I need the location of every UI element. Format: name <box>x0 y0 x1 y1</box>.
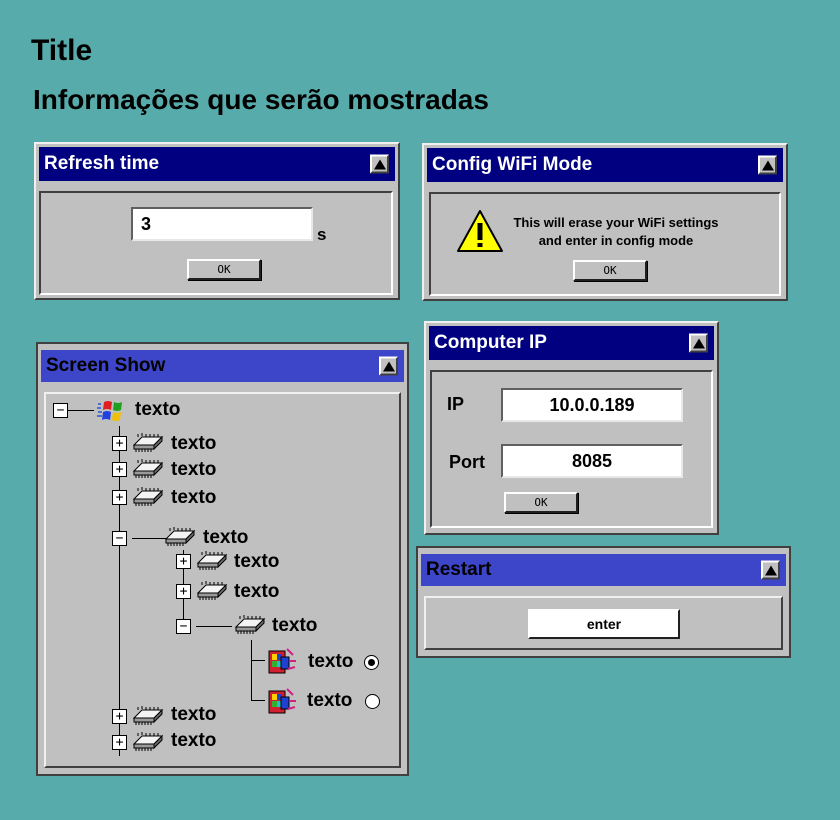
restart-enter-button[interactable]: enter <box>528 609 680 639</box>
tree-node-label[interactable]: texto <box>272 615 317 637</box>
message-line-1: This will erase your WiFi settings <box>513 215 719 230</box>
collapse-icon <box>761 160 774 170</box>
tree-node-label[interactable]: texto <box>171 730 216 752</box>
config-wifi-message: This will erase your WiFi settings and e… <box>493 214 739 250</box>
config-wifi-body: This will erase your WiFi settings and e… <box>429 192 781 296</box>
app-icon <box>268 648 297 674</box>
collapse-icon <box>373 159 386 169</box>
tree-expander[interactable]: + <box>176 554 191 569</box>
tree-expander[interactable]: + <box>112 735 127 750</box>
window-title: Computer IP <box>434 332 547 353</box>
collapse-button[interactable] <box>379 356 398 376</box>
port-label: Port <box>449 452 485 472</box>
tree-node-label[interactable]: texto <box>234 551 279 573</box>
config-wifi-titlebar: Config WiFi Mode <box>427 148 783 182</box>
port-input[interactable]: 8085 <box>501 444 683 478</box>
ok-label: OK <box>603 264 617 277</box>
tree-node-label[interactable]: texto <box>171 459 216 481</box>
refresh-time-titlebar: Refresh time <box>39 147 395 181</box>
message-line-2: and enter in config mode <box>538 233 694 248</box>
window-title: Config WiFi Mode <box>432 154 593 175</box>
tree-expander[interactable]: + <box>176 584 191 599</box>
config-wifi-ok-button[interactable]: OK <box>573 260 647 281</box>
computer-ip-body: IP 10.0.0.189 Port 8085 OK <box>430 370 713 528</box>
collapse-icon <box>692 338 705 348</box>
chip-icon <box>235 614 265 635</box>
window-title: Restart <box>426 559 492 580</box>
tree-expander[interactable]: + <box>112 436 127 451</box>
computer-ip-titlebar: Computer IP <box>429 326 714 360</box>
tree-expander[interactable]: + <box>112 490 127 505</box>
refresh-time-unit: s <box>317 225 327 244</box>
tree-expander[interactable]: − <box>112 531 127 546</box>
tree-node-label[interactable]: texto <box>171 433 216 455</box>
tree-node-label[interactable]: texto <box>234 581 279 603</box>
collapse-button[interactable] <box>761 560 780 580</box>
ip-input[interactable]: 10.0.0.189 <box>501 388 683 422</box>
refresh-time-ok-button[interactable]: OK <box>187 259 261 280</box>
collapse-icon <box>764 565 777 575</box>
collapse-button[interactable] <box>689 333 708 353</box>
collapse-icon <box>382 361 395 371</box>
page-subtitle: Informações que serão mostradas <box>33 84 489 115</box>
chip-icon <box>133 705 163 726</box>
tree-node-label[interactable]: texto <box>135 399 180 421</box>
ok-label: OK <box>217 263 231 276</box>
tree-line <box>251 660 265 661</box>
tree-line <box>251 700 265 701</box>
chip-icon <box>133 432 163 453</box>
tree-expander[interactable]: + <box>112 462 127 477</box>
collapse-button[interactable] <box>370 154 389 174</box>
tree-node-label[interactable]: texto <box>203 527 248 549</box>
window-title: Screen Show <box>46 355 166 376</box>
tree-node-label[interactable]: texto <box>171 487 216 509</box>
radio-unselected[interactable] <box>365 694 380 709</box>
refresh-time-input[interactable]: 3 <box>131 207 313 241</box>
chip-icon <box>133 731 163 752</box>
tree-view: − texto + texto + texto + texto − texto … <box>44 392 401 768</box>
page-title: Title <box>31 34 93 67</box>
restart-enter-label: enter <box>586 616 622 632</box>
ok-label: OK <box>534 496 548 509</box>
window-title: Refresh time <box>44 153 160 174</box>
chip-icon <box>165 526 195 547</box>
tree-line <box>196 626 232 627</box>
tree-expander[interactable]: − <box>176 619 191 634</box>
app-icon <box>268 688 297 714</box>
chip-icon <box>133 458 163 479</box>
screen-show-window: Screen Show − texto + texto + texto + te… <box>36 342 409 776</box>
tree-expander[interactable]: + <box>112 709 127 724</box>
restart-window: Restart enter <box>416 546 791 658</box>
chip-icon <box>133 486 163 507</box>
computer-ip-window: Computer IP IP 10.0.0.189 Port 8085 OK <box>424 321 719 535</box>
collapse-button[interactable] <box>758 155 777 175</box>
radio-selected[interactable] <box>364 655 379 670</box>
tree-node-label[interactable]: texto <box>308 651 353 673</box>
computer-ip-ok-button[interactable]: OK <box>504 492 578 513</box>
refresh-time-body: 3 s OK <box>39 191 393 295</box>
tree-node-label[interactable]: texto <box>307 690 352 712</box>
chip-icon <box>197 580 227 601</box>
refresh-time-window: Refresh time 3 s OK <box>34 142 400 300</box>
tree-node-label[interactable]: texto <box>171 704 216 726</box>
port-value: 8085 <box>571 450 613 471</box>
tree-expander[interactable]: − <box>53 403 68 418</box>
tree-line <box>251 640 252 700</box>
ip-value: 10.0.0.189 <box>549 394 635 415</box>
windows-logo-icon <box>97 401 122 421</box>
tree-line <box>68 410 94 411</box>
chip-icon <box>197 550 227 571</box>
restart-titlebar: Restart <box>421 554 786 586</box>
config-wifi-window: Config WiFi Mode This will erase your Wi… <box>422 143 788 301</box>
ip-label: IP <box>447 394 465 414</box>
screen-show-titlebar: Screen Show <box>41 350 404 382</box>
refresh-time-value: 3 <box>141 213 152 234</box>
restart-body: enter <box>424 596 783 650</box>
